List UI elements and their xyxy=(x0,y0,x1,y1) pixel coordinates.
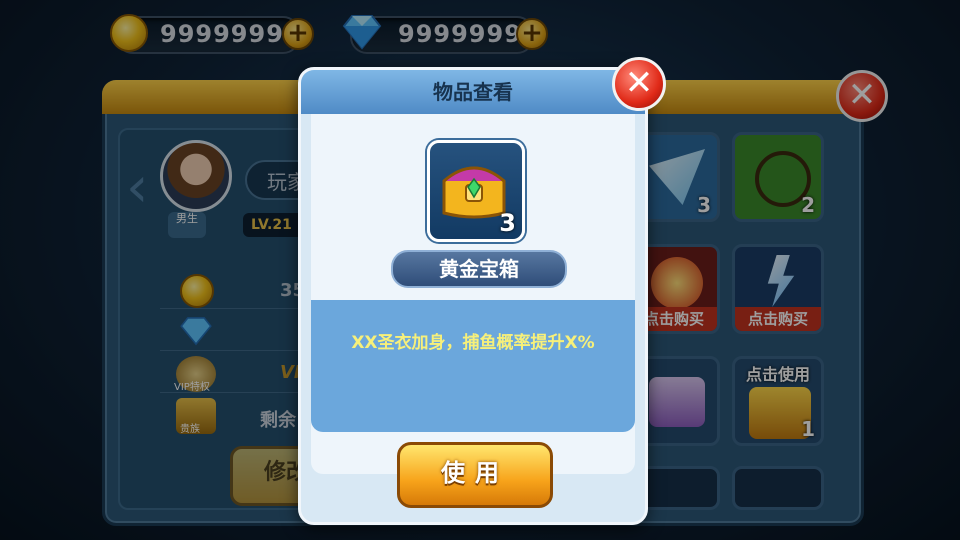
dialog-title: 物品查看 xyxy=(433,80,513,104)
item-icon-frame: 3 xyxy=(427,140,525,242)
use-button[interactable]: 使用 xyxy=(397,442,553,508)
item-name: 黄金宝箱 xyxy=(391,250,567,288)
item-count: 3 xyxy=(499,209,516,237)
item-description: XX圣衣加身，捕鱼概率提升X% xyxy=(351,333,595,353)
item-description-box xyxy=(311,300,635,432)
close-dialog-button[interactable]: ✕ xyxy=(612,57,666,111)
